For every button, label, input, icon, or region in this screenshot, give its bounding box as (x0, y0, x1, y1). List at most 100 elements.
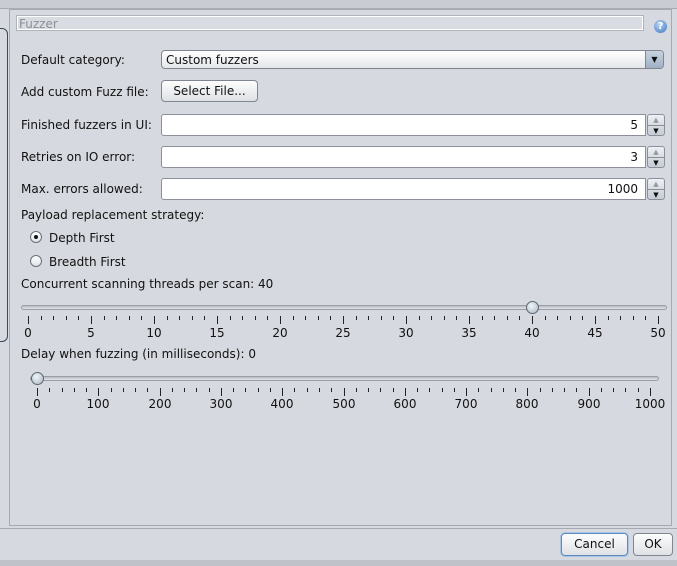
max-errors-stepper[interactable]: ▲ ▼ (647, 178, 665, 200)
minor-tick (393, 316, 394, 320)
minor-tick (331, 388, 332, 392)
finished-fuzzers-stepper[interactable]: ▲ ▼ (647, 114, 665, 136)
minor-tick (258, 388, 259, 392)
minor-tick (545, 316, 546, 320)
minor-tick (135, 388, 136, 392)
minor-tick (270, 388, 271, 392)
window-bottom-strip (0, 560, 677, 566)
minor-tick (608, 316, 609, 320)
tick-label: 10 (146, 326, 162, 340)
cancel-button[interactable]: Cancel (561, 533, 628, 556)
arrow-down-icon[interactable]: ▼ (648, 125, 664, 136)
divider (0, 528, 677, 529)
minor-tick (267, 316, 268, 320)
depth-first-radio[interactable] (30, 231, 42, 243)
tick-label: 100 (86, 397, 110, 411)
major-tick (154, 316, 155, 324)
minor-tick (503, 388, 504, 392)
arrow-down-icon[interactable]: ▼ (648, 189, 664, 200)
delay-label-text: Delay when fuzzing (in milliseconds): (21, 347, 245, 361)
threads-slider-track[interactable] (21, 305, 667, 310)
minor-tick (576, 388, 577, 392)
arrow-up-icon[interactable]: ▲ (648, 147, 664, 157)
left-tree-panel (0, 28, 8, 342)
tick-label: 800 (515, 397, 539, 411)
select-file-button[interactable]: Select File... (161, 80, 258, 102)
max-errors-input[interactable]: 1000 (161, 178, 646, 200)
major-tick (98, 388, 99, 396)
default-category-select[interactable]: Custom fuzzers ▼ (161, 50, 664, 69)
chevron-down-icon[interactable]: ▼ (645, 51, 663, 68)
minor-tick (491, 388, 492, 392)
tick-label: 15 (209, 326, 225, 340)
delay-slider-thumb[interactable] (31, 372, 44, 385)
breadth-first-radio[interactable] (30, 255, 42, 267)
tick-label: 400 (270, 397, 294, 411)
major-tick (532, 316, 533, 324)
minor-tick (293, 316, 294, 320)
threads-slider-thumb[interactable] (526, 301, 539, 314)
major-tick (343, 316, 344, 324)
tick-label: 35 (461, 326, 477, 340)
minor-tick (456, 316, 457, 320)
minor-tick (62, 388, 63, 392)
finished-fuzzers-label: Finished fuzzers in UI: (21, 118, 152, 132)
tick-label: 300 (209, 397, 233, 411)
tick-label: 700 (454, 397, 478, 411)
minor-tick (49, 388, 50, 392)
finished-fuzzers-input[interactable]: 5 (161, 114, 646, 136)
minor-tick (393, 388, 394, 392)
arrow-down-icon[interactable]: ▼ (648, 157, 664, 168)
depth-first-label[interactable]: Depth First (49, 230, 115, 246)
help-icon[interactable]: ? (654, 20, 667, 33)
major-tick (527, 388, 528, 396)
threads-value: 40 (258, 277, 274, 291)
minor-tick (129, 316, 130, 320)
minor-tick (478, 388, 479, 392)
delay-label: Delay when fuzzing (in milliseconds): 0 (21, 346, 256, 362)
minor-tick (319, 388, 320, 392)
minor-tick (172, 388, 173, 392)
minor-tick (141, 316, 142, 320)
major-tick (344, 388, 345, 396)
retries-label: Retries on IO error: (21, 150, 136, 164)
minor-tick (242, 316, 243, 320)
max-errors-label: Max. errors allowed: (21, 182, 143, 196)
minor-tick (633, 316, 634, 320)
breadth-first-label[interactable]: Breadth First (49, 254, 126, 270)
tick-label: 500 (332, 397, 356, 411)
major-tick (160, 388, 161, 396)
minor-tick (123, 388, 124, 392)
minor-tick (78, 316, 79, 320)
minor-tick (330, 316, 331, 320)
delay-slider-track[interactable] (30, 376, 659, 381)
minor-tick (625, 388, 626, 392)
minor-tick (507, 316, 508, 320)
retries-input[interactable]: 3 (161, 146, 646, 168)
minor-tick (184, 388, 185, 392)
minor-tick (368, 388, 369, 392)
minor-tick (638, 388, 639, 392)
tick-label: 20 (272, 326, 288, 340)
window-top-strip (0, 0, 677, 9)
minor-tick (552, 388, 553, 392)
tick-label: 600 (393, 397, 417, 411)
retries-stepper[interactable]: ▲ ▼ (647, 146, 665, 168)
default-category-label: Default category: (21, 53, 125, 67)
major-tick (405, 388, 406, 396)
arrow-up-icon[interactable]: ▲ (648, 115, 664, 125)
minor-tick (167, 316, 168, 320)
tick-label: 40 (524, 326, 540, 340)
ok-button[interactable]: OK (633, 533, 673, 556)
minor-tick (601, 388, 602, 392)
tick-label: 1000 (634, 397, 666, 411)
arrow-up-icon[interactable]: ▲ (648, 179, 664, 189)
tick-label: 50 (650, 326, 666, 340)
minor-tick (66, 316, 67, 320)
major-tick (595, 316, 596, 324)
minor-tick (307, 388, 308, 392)
minor-tick (570, 316, 571, 320)
major-tick (37, 388, 38, 396)
minor-tick (53, 316, 54, 320)
minor-tick (381, 316, 382, 320)
